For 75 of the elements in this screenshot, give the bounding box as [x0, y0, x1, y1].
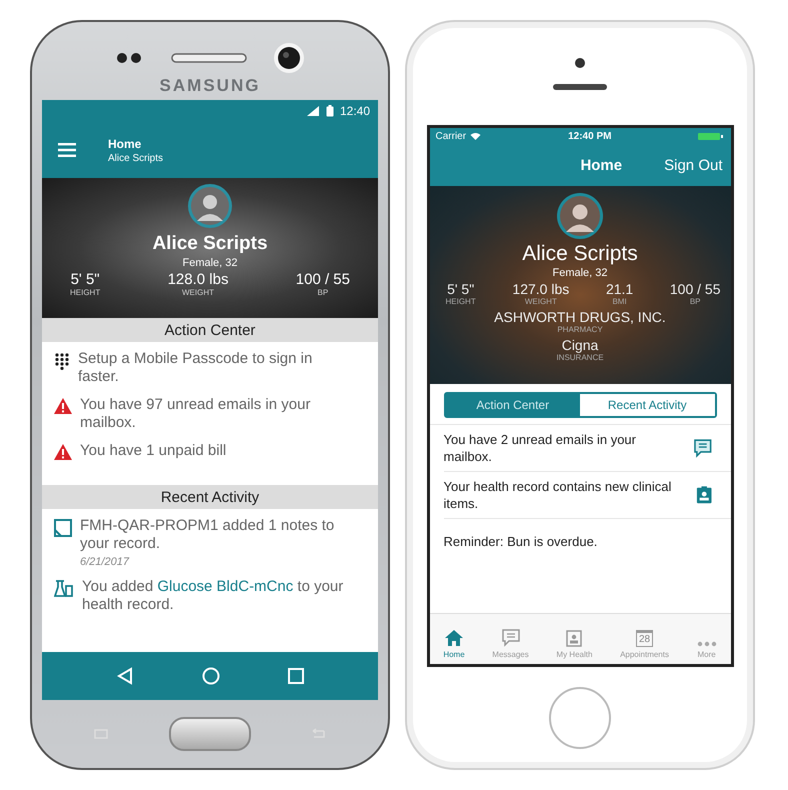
- stat-label: HEIGHT: [446, 297, 476, 306]
- tab-bar-item[interactable]: My Health: [556, 619, 592, 659]
- stat-label: BMI: [612, 297, 627, 306]
- clipboard-icon: [696, 485, 712, 505]
- more-icon: [696, 641, 717, 647]
- action-item-text[interactable]: Reminder: Bun is overdue.: [444, 533, 598, 550]
- action-item-text[interactable]: You have 97 unread emails in your mailbox.: [80, 396, 344, 432]
- action-item-text[interactable]: Your health record contains new clinical items.: [444, 478, 686, 512]
- tab-bar-item[interactable]: Messages: [492, 619, 529, 659]
- section-header: Recent Activity: [42, 485, 378, 509]
- message-icon: [692, 438, 712, 458]
- recent-apps-icon[interactable]: [288, 668, 304, 684]
- speaker-grille-icon: [171, 53, 247, 63]
- stat-label: HEIGHT: [70, 288, 100, 297]
- message-icon: [500, 629, 521, 647]
- stat-label: WEIGHT: [182, 288, 214, 297]
- battery-icon: [326, 105, 334, 117]
- stat-value: 21.1: [606, 281, 634, 297]
- calendar-icon: 28: [636, 630, 654, 647]
- back-icon[interactable]: [116, 667, 134, 685]
- stat-label: WEIGHT: [524, 297, 557, 306]
- flask-icon: [54, 580, 74, 598]
- patient-details: Female, 32: [552, 267, 608, 279]
- stat-label: BP: [690, 297, 701, 306]
- stat-value: 127.0 lbs: [512, 281, 570, 297]
- carrier-name: Carrier: [436, 130, 466, 142]
- tab-bar-item[interactable]: More: [696, 619, 717, 659]
- device-brand: SAMSUNG: [160, 76, 260, 96]
- pharmacy-name: ASHWORTH DRUGS, INC.: [494, 309, 666, 325]
- warning-icon: [54, 444, 72, 460]
- activity-date: 6/21/2017: [80, 556, 130, 568]
- earpiece-icon: [552, 82, 608, 90]
- front-camera-icon: [574, 56, 586, 68]
- pharmacy-label: PHARMACY: [557, 325, 603, 334]
- stat-value: 128.0 lbs: [168, 271, 228, 288]
- activity-text: You added Glucose BldC-mCnc to your health record.: [82, 578, 344, 614]
- app-bar-subtitle: Alice Scripts: [108, 152, 164, 164]
- stat-value: 100 / 55: [296, 271, 350, 288]
- screen-title: Home: [580, 156, 622, 174]
- menu-icon[interactable]: [58, 143, 76, 157]
- action-item-text[interactable]: You have 2 unread emails in your mailbox.: [444, 431, 683, 465]
- note-icon: [54, 519, 72, 537]
- signal-icon: [306, 105, 320, 117]
- clipboard-icon: [566, 629, 582, 647]
- wifi-icon: [470, 132, 482, 140]
- tab-bar-item[interactable]: 28 Appointments: [620, 619, 669, 659]
- stat-value: 5' 5": [70, 271, 100, 288]
- warning-icon: [54, 398, 72, 414]
- stat-label: BP: [318, 288, 328, 297]
- camera-icon: [273, 42, 305, 74]
- stat-value: 5' 5": [447, 281, 474, 297]
- status-time: 12:40: [340, 104, 370, 118]
- record-link[interactable]: Glucose BldC-mCnc: [157, 578, 294, 595]
- insurance-name: Cigna: [562, 337, 598, 353]
- keypad-icon: [54, 352, 70, 370]
- battery-icon: [698, 132, 724, 140]
- action-item-text[interactable]: You have 1 unpaid bill: [80, 442, 226, 460]
- activity-text: FMH-QAR-PROPM1 added 1 notes to your record.: [80, 517, 336, 553]
- sign-out-link[interactable]: Sign Out: [664, 156, 722, 174]
- stat-value: 100 / 55: [670, 281, 720, 297]
- avatar-icon: [556, 192, 604, 240]
- segment-tab[interactable]: Action Center: [446, 394, 580, 416]
- app-bar-title: Home: [108, 136, 142, 150]
- tab-bar-item[interactable]: Home: [443, 619, 465, 659]
- patient-name: Alice Scripts: [522, 242, 638, 266]
- section-header: Action Center: [42, 318, 378, 342]
- patient-details: Female, 32: [182, 257, 238, 269]
- action-item-text[interactable]: Setup a Mobile Passcode to sign in faster.: [78, 350, 344, 386]
- avatar-icon: [187, 183, 233, 229]
- home-button[interactable]: [169, 717, 251, 751]
- patient-name: Alice Scripts: [152, 233, 268, 255]
- home-icon[interactable]: [202, 667, 220, 685]
- insurance-label: INSURANCE: [556, 353, 604, 362]
- house-icon: [444, 629, 464, 647]
- status-time: 12:40 PM: [568, 130, 612, 142]
